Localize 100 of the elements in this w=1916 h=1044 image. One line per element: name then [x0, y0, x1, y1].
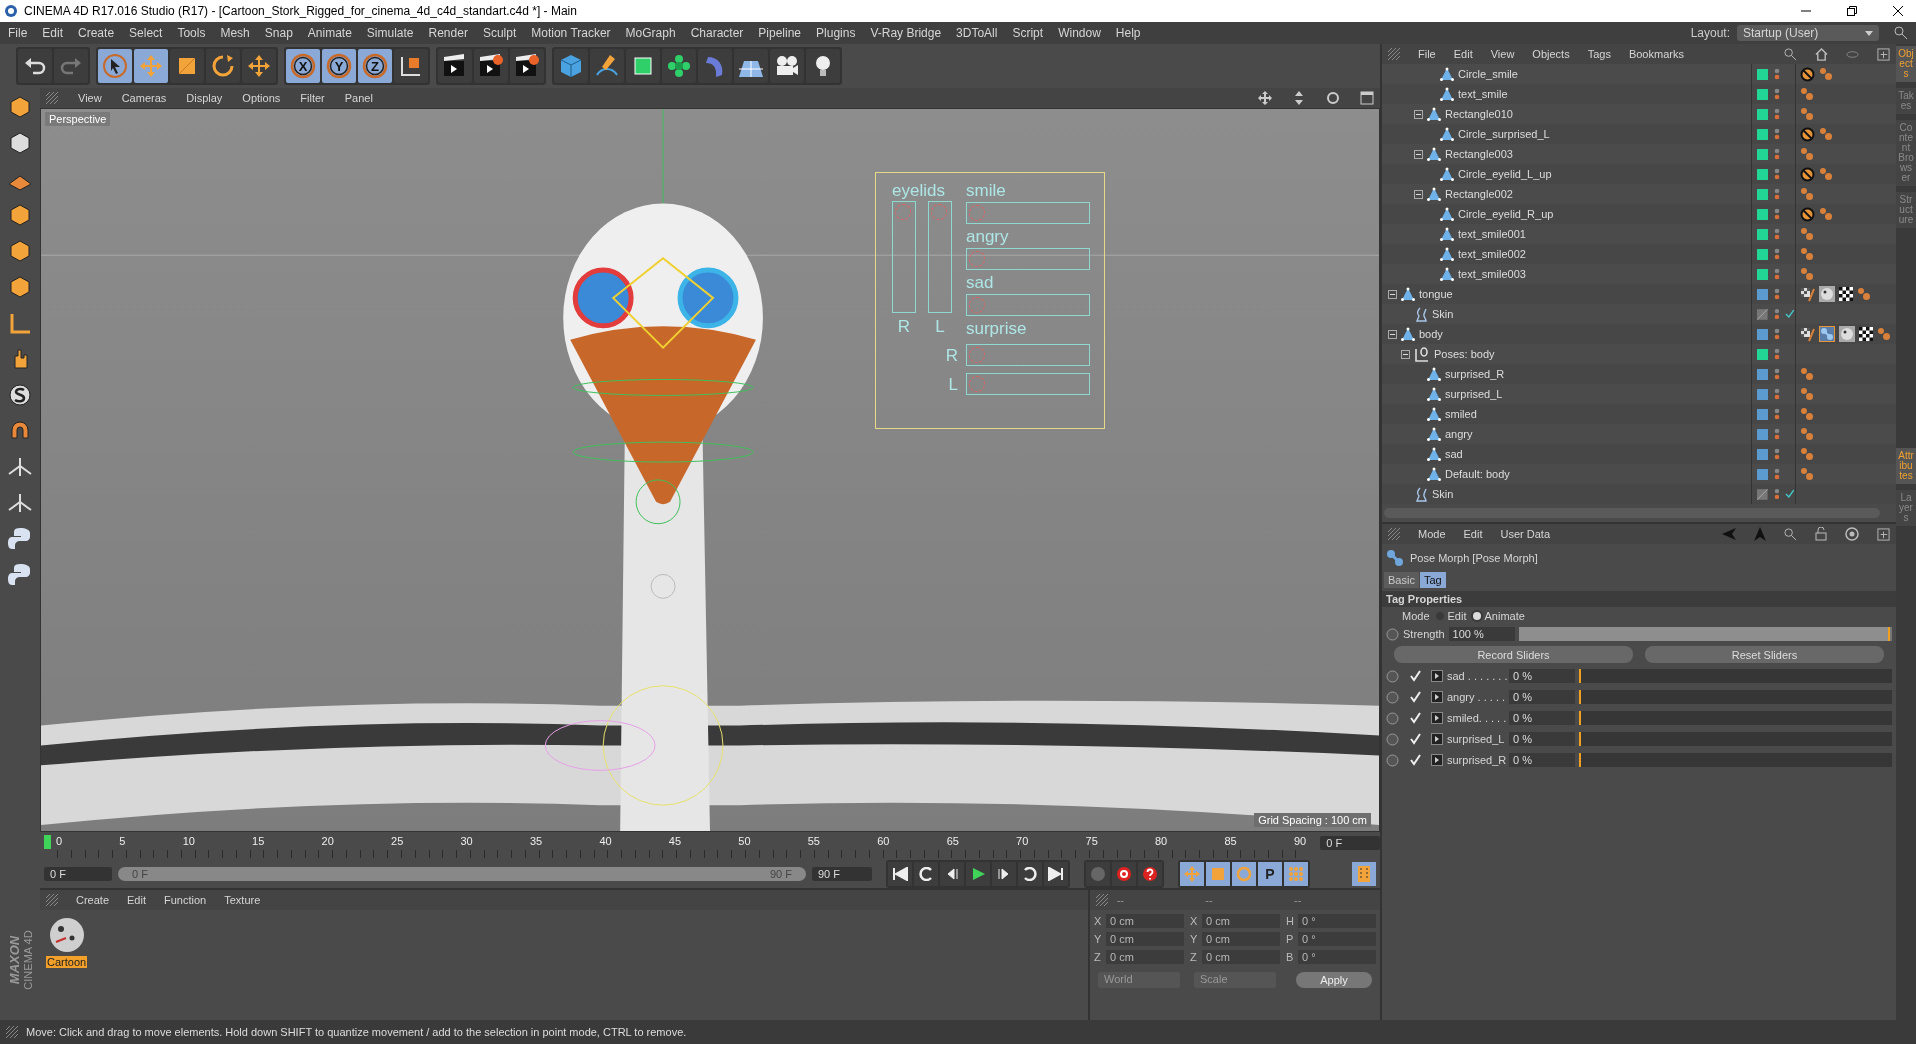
last-frame-button[interactable]: [1044, 862, 1068, 886]
layer-swatch[interactable]: [1757, 388, 1768, 400]
menu-item[interactable]: Sculpt: [482, 26, 517, 40]
menu-item[interactable]: File: [1418, 48, 1436, 60]
coordinate-field[interactable]: 0 cm: [1202, 932, 1280, 946]
collapse-icon[interactable]: [1388, 329, 1397, 339]
checkbox[interactable]: [1407, 733, 1423, 745]
dot-pair-icon[interactable]: [1800, 427, 1814, 441]
menu-item[interactable]: Plugins: [816, 26, 856, 40]
toolbar-button[interactable]: [806, 49, 840, 83]
tab[interactable]: Basic: [1384, 572, 1419, 588]
menu-item[interactable]: Display: [186, 92, 223, 104]
menu-item[interactable]: View: [78, 92, 102, 104]
animation-key-icon[interactable]: [1386, 627, 1399, 641]
coordinate-field[interactable]: 0 °: [1298, 914, 1376, 928]
pose-preview-icon[interactable]: [1431, 712, 1443, 724]
layer-swatch[interactable]: [1757, 248, 1768, 260]
animation-key-icon[interactable]: [1386, 711, 1399, 725]
dot-pair-icon[interactable]: [1800, 407, 1814, 421]
layer-swatch[interactable]: [1757, 228, 1768, 240]
layer-swatch[interactable]: [1757, 448, 1768, 460]
texture-tag-icon[interactable]: [1800, 326, 1815, 342]
object-name[interactable]: Poses: body: [1434, 348, 1495, 360]
rotate-view-icon[interactable]: [1326, 91, 1340, 105]
layer-swatch[interactable]: [1757, 168, 1768, 180]
pose-preview-icon[interactable]: [1431, 670, 1443, 682]
object-name[interactable]: surprised_R: [1445, 368, 1505, 380]
visibility-dots-icon[interactable]: [1774, 468, 1780, 480]
menu-item[interactable]: Window: [1058, 26, 1101, 40]
layer-swatch[interactable]: [1757, 68, 1768, 80]
action-button[interactable]: Record Sliders: [1394, 646, 1633, 663]
dot-pair-icon[interactable]: [1800, 387, 1814, 401]
animation-key-icon[interactable]: [1386, 669, 1399, 683]
close-icon[interactable]: [1892, 5, 1904, 17]
new-window-icon[interactable]: [1877, 527, 1890, 541]
visibility-dots-icon[interactable]: [1773, 488, 1780, 500]
object-name[interactable]: body: [1419, 328, 1443, 340]
checker-icon[interactable]: [1839, 287, 1853, 301]
play-button[interactable]: [966, 862, 990, 886]
object-name[interactable]: surprised_L: [1445, 388, 1503, 400]
visibility-dots-icon[interactable]: [1774, 68, 1780, 80]
object-name[interactable]: Rectangle010: [1445, 108, 1513, 120]
material-name[interactable]: Cartoon: [46, 956, 88, 968]
menu-item[interactable]: Snap: [264, 26, 293, 40]
menu-item[interactable]: Panel: [344, 92, 373, 104]
visibility-dots-icon[interactable]: [1774, 348, 1780, 360]
dot-pair-icon[interactable]: [1800, 147, 1814, 161]
cube-icon[interactable]: [7, 238, 33, 264]
visibility-dots-icon[interactable]: [1774, 428, 1780, 440]
menu-item[interactable]: Pipeline: [758, 26, 802, 40]
coordinate-field[interactable]: 0 cm: [1202, 914, 1280, 928]
s-circle-icon[interactable]: [7, 382, 33, 408]
collapse-icon[interactable]: [1388, 289, 1397, 299]
visibility-dots-icon[interactable]: [1774, 88, 1780, 100]
coordinate-field[interactable]: 0 cm: [1106, 950, 1184, 964]
object-name[interactable]: tongue: [1419, 288, 1453, 300]
visibility-dots-icon[interactable]: [1774, 148, 1780, 160]
visibility-dots-icon[interactable]: [1774, 248, 1780, 260]
menu-item[interactable]: Script: [1012, 26, 1044, 40]
layer-swatch[interactable]: [1757, 148, 1768, 160]
next-frame-button[interactable]: [992, 862, 1016, 886]
collapse-icon[interactable]: [1414, 149, 1423, 159]
checker-icon[interactable]: [1859, 327, 1873, 341]
layer-swatch[interactable]: [1757, 368, 1768, 380]
visibility-dots-icon[interactable]: [1774, 408, 1780, 420]
visibility-dots-icon[interactable]: [1774, 328, 1780, 340]
new-window-icon[interactable]: [1877, 47, 1890, 61]
object-name[interactable]: Circle_eyelid_L_up: [1458, 168, 1552, 180]
toolbar-button[interactable]: [18, 49, 52, 83]
menu-item[interactable]: Character: [690, 26, 744, 40]
object-name[interactable]: Skin: [1432, 488, 1454, 500]
visibility-dots-icon[interactable]: [1774, 368, 1780, 380]
slider-track[interactable]: [1579, 690, 1892, 704]
key-parameter-button[interactable]: P: [1258, 862, 1282, 886]
layer-swatch[interactable]: [1757, 348, 1768, 360]
toolbar-button[interactable]: [394, 49, 428, 83]
menu-item[interactable]: Tools: [177, 26, 206, 40]
checkmark-icon[interactable]: [1785, 489, 1795, 499]
collapse-icon[interactable]: [1414, 109, 1423, 119]
dot-pair-icon[interactable]: [1800, 367, 1814, 381]
menu-item[interactable]: Help: [1115, 26, 1141, 40]
menu-item[interactable]: Edit: [1453, 48, 1473, 60]
menu-item[interactable]: Mode: [1418, 528, 1446, 540]
object-name[interactable]: text_smile002: [1458, 248, 1526, 260]
dot-pair-icon[interactable]: [1800, 447, 1814, 461]
menu-item[interactable]: User Data: [1500, 528, 1551, 540]
lock-icon[interactable]: [1815, 527, 1827, 541]
layer-swatch[interactable]: [1757, 288, 1768, 300]
menu-item[interactable]: Edit: [1463, 528, 1483, 540]
visibility-dots-icon[interactable]: [1774, 448, 1780, 460]
object-name[interactable]: text_smile003: [1458, 268, 1526, 280]
menu-item[interactable]: Simulate: [366, 26, 414, 40]
morph-value-field[interactable]: 0 %: [1509, 669, 1575, 683]
visibility-dots-icon[interactable]: [1774, 288, 1780, 300]
checkbox[interactable]: [1407, 670, 1423, 682]
object-name[interactable]: Circle_smile: [1458, 68, 1518, 80]
coordinate-field[interactable]: 0 cm: [1202, 950, 1280, 964]
morph-value-field[interactable]: 0 %: [1509, 732, 1575, 746]
menu-item[interactable]: V-Ray Bridge: [870, 26, 942, 40]
zoom-view-icon[interactable]: [1292, 91, 1306, 105]
